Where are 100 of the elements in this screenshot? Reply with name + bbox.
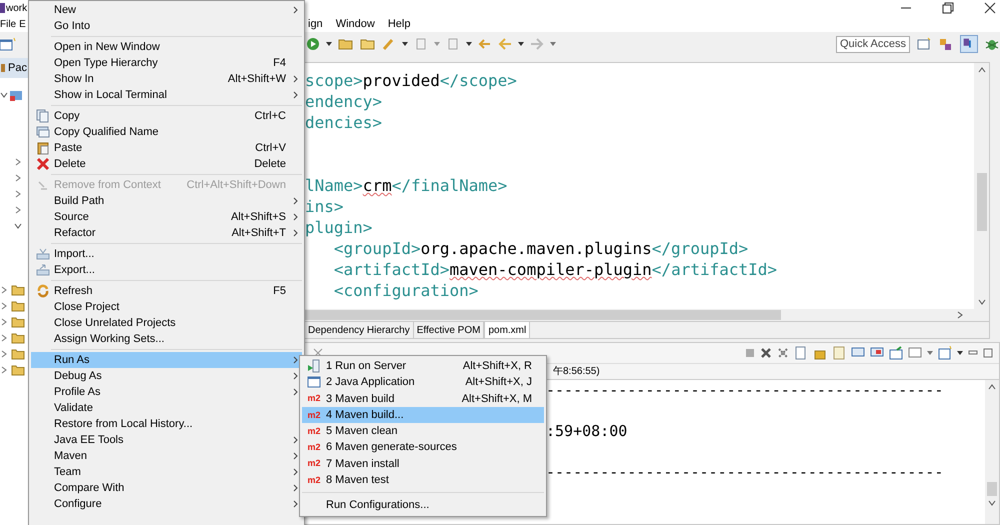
restore-icon [942,2,954,14]
menu-item[interactable]: Export... [31,262,302,278]
window-icon [307,375,321,390]
editor-tab[interactable]: Effective POM [414,322,484,338]
menu-item[interactable]: Maven [31,448,302,464]
menu-item[interactable]: Refactor Alt+Shift+T [31,225,302,241]
copy-icon [36,125,50,139]
menu-item[interactable]: Run Configurations... [302,497,544,514]
scroll-down-icon [978,299,986,305]
console-header: 午8:56:55) [553,365,600,379]
dropdown-icon [927,350,933,356]
monitor-icon [908,346,922,360]
menu-item[interactable]: Build Path [31,193,302,209]
scroll-down-icon [988,500,996,506]
dropdown-icon [550,41,556,47]
menu-item[interactable]: Debug As [31,368,302,384]
menu-item[interactable]: Help [388,16,410,32]
menu-item[interactable]: m2 4 Maven build... [302,406,544,424]
menu-item[interactable]: Source Alt+Shift+S [31,209,302,225]
menu-item[interactable]: File [0,16,16,32]
code-line: endency> [305,91,382,112]
perspective-icon [938,37,954,51]
project-icon [9,88,25,102]
bug-icon [984,37,1000,51]
console-line: -------------------------------------------- [546,462,944,482]
maven-icon: m2 [307,476,320,485]
menu-item[interactable]: m2 7 Maven install [302,456,544,472]
stop-icon [745,348,755,358]
folder-icon [11,300,25,312]
dropdown-icon [326,41,332,47]
scrollbar-thumb[interactable] [976,173,986,231]
editor-tab[interactable]: pom.xml [484,322,530,338]
scroll-up-icon [988,384,996,390]
code-line: ins> [305,196,344,217]
menu-item[interactable]: Run As [31,352,302,368]
folder-open-icon [338,37,354,51]
menu-item[interactable]: Restore from Local History... [31,416,302,432]
menu-item[interactable]: Refresh F5 [31,283,302,299]
new-window-icon [0,37,16,51]
menu-item[interactable]: Validate [31,400,302,416]
folder-icon [11,332,25,344]
menu-item[interactable]: Open in New Window [31,39,302,55]
menu-item[interactable]: m2 8 Maven test [302,472,544,488]
menu-item[interactable]: Open Type Hierarchy F4 [31,55,302,71]
menu-item[interactable]: Import... [31,246,302,262]
menu-item[interactable]: Assign Working Sets... [31,331,302,347]
menu-item[interactable]: ign [308,16,323,32]
menu-item[interactable]: Window [336,16,375,32]
menu-item[interactable]: m2 5 Maven clean [302,423,544,440]
menu-item[interactable]: E [19,16,26,32]
folder-icon [11,364,25,376]
server-icon [307,359,321,374]
vertical-scrollbar[interactable] [974,63,989,309]
menu-item[interactable]: Close Project [31,299,302,315]
menu-item[interactable]: Delete Delete [31,156,302,172]
code-line: scope>provided</scope> [305,70,517,91]
menu-item[interactable]: 1 Run on Server Alt+Shift+X, R [302,358,544,374]
menu-item[interactable]: Configure [31,496,302,512]
back-arrow-icon [498,37,512,51]
folder-icon [360,37,376,51]
menu-item[interactable]: Close Unrelated Projects [31,315,302,331]
menu-item[interactable]: Copy Ctrl+C [31,108,302,124]
window-title: work [6,2,28,16]
menu-item[interactable]: Java EE Tools [31,432,302,448]
maven-icon: m2 [307,443,320,452]
menu-item[interactable]: Compare With [31,480,302,496]
copy-icon [36,109,50,123]
scrollbar-thumb[interactable] [987,482,997,496]
folder-icon [11,348,25,360]
quick-access-field[interactable]: Quick Access [836,36,910,52]
menu-item[interactable]: Show in Local Terminal [31,87,302,103]
app-icon [0,2,5,14]
export-icon [36,263,50,277]
code-line: dencies> [305,112,382,133]
maven-icon: m2 [307,410,320,420]
close-icon [984,2,996,14]
code-line: <configuration> [332,280,478,301]
menu-item[interactable]: 2 Java Application Alt+Shift+X, J [302,374,544,391]
refresh-icon [36,284,50,298]
menu-item[interactable]: m2 6 Maven generate-sources [302,439,544,456]
menu-item[interactable]: Go Into [31,18,302,34]
dropdown-icon [466,41,472,47]
open-perspective-icon [916,37,932,51]
scroll-right-icon [957,311,963,319]
menu-item[interactable]: m2 3 Maven build Alt+Shift+X, M [302,390,544,407]
import-icon [36,247,50,261]
menu-item[interactable]: Team [31,464,302,480]
menu-item[interactable]: New [31,2,302,18]
new-console-icon [938,346,952,360]
run-icon [306,37,320,51]
remove-all-icon [777,347,789,359]
menu-item[interactable]: Copy Qualified Name [31,124,302,140]
code-line: lName>crm</finalName> [305,175,508,196]
menu-item[interactable]: Profile As [31,384,302,400]
folder-icon [11,284,25,296]
vertical-scrollbar[interactable] [985,380,999,524]
maven-icon: m2 [307,394,320,404]
forward-arrow-icon [530,37,544,51]
menu-item[interactable]: Show In Alt+Shift+W [31,71,302,87]
menu-item[interactable]: Paste Ctrl+V [31,140,302,156]
